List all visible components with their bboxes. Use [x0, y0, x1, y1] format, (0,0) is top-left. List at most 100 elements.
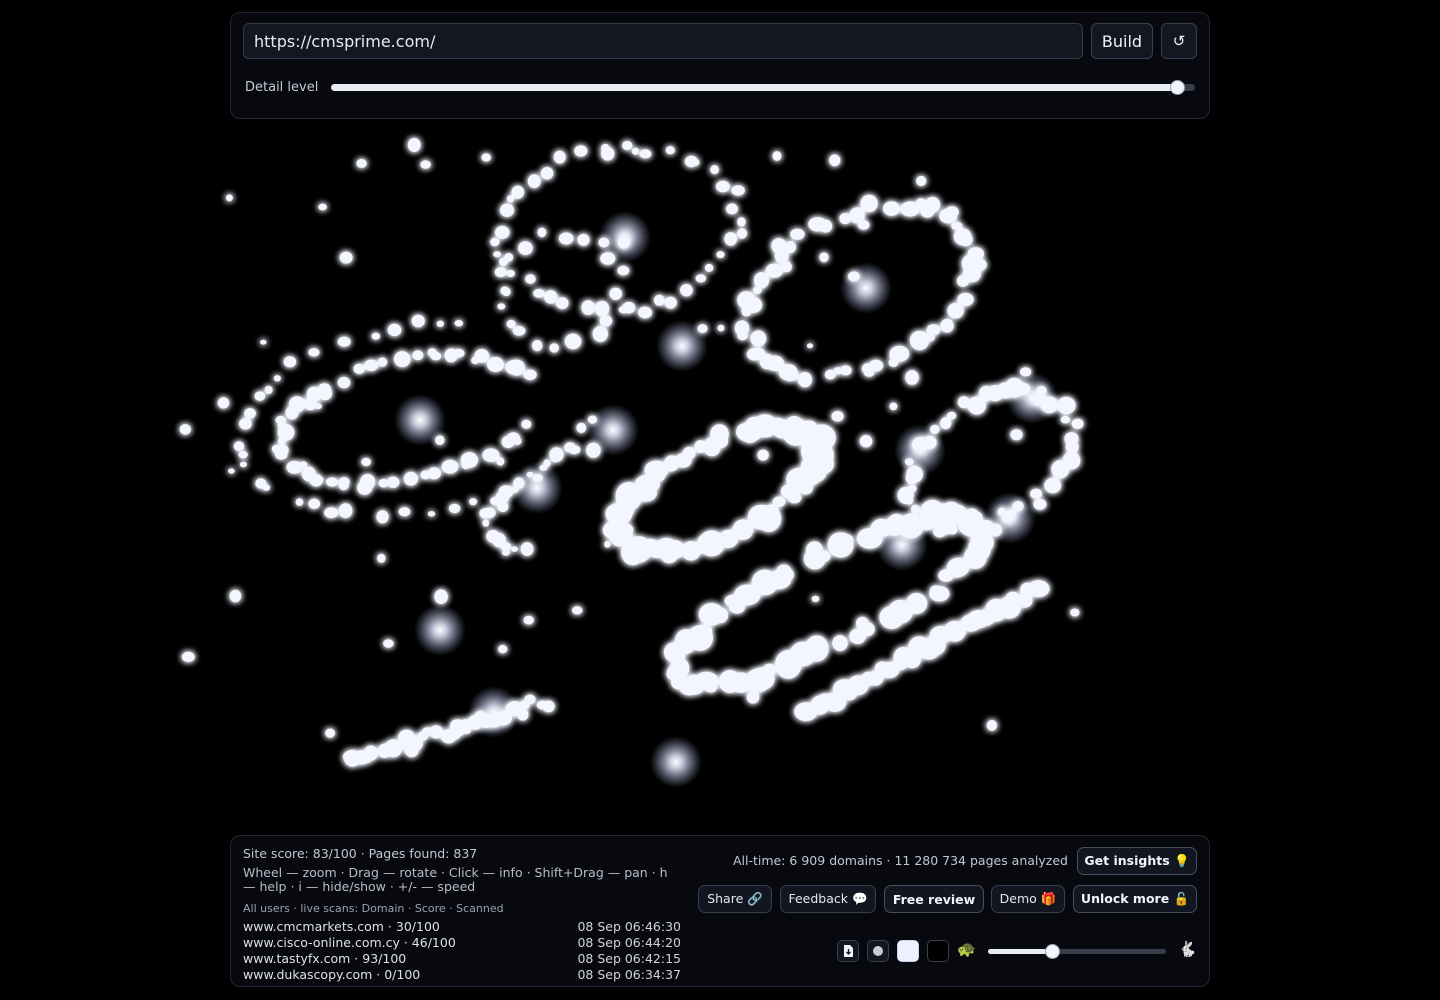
page-node[interactable] — [930, 424, 940, 434]
page-node[interactable] — [361, 457, 371, 467]
page-node[interactable] — [434, 589, 448, 604]
page-node[interactable] — [924, 332, 935, 342]
page-node[interactable] — [474, 349, 490, 363]
page-node[interactable] — [715, 180, 730, 193]
page-node[interactable] — [958, 520, 976, 535]
reset-button[interactable]: ↺ — [1161, 23, 1197, 59]
page-node[interactable] — [403, 471, 419, 486]
page-node[interactable] — [1065, 440, 1079, 454]
page-node[interactable] — [938, 569, 954, 582]
page-node[interactable] — [757, 449, 769, 461]
page-node[interactable] — [808, 424, 836, 452]
hub-node[interactable] — [414, 604, 466, 656]
page-node[interactable] — [498, 485, 514, 499]
page-node[interactable] — [490, 496, 501, 506]
page-node[interactable] — [772, 151, 782, 161]
list-item[interactable]: www.tastyfx.com · 93/100 08 Sep 06:42:15 — [243, 951, 681, 967]
page-node[interactable] — [704, 681, 718, 693]
page-node[interactable] — [411, 314, 425, 328]
page-node[interactable] — [916, 175, 927, 187]
page-node[interactable] — [448, 503, 461, 514]
page-node[interactable] — [494, 267, 507, 278]
page-node[interactable] — [856, 616, 869, 631]
page-node[interactable] — [454, 320, 464, 327]
dark-theme-button[interactable] — [927, 940, 949, 962]
page-node[interactable] — [905, 370, 919, 385]
page-node[interactable] — [506, 319, 516, 329]
page-node[interactable] — [1053, 467, 1064, 479]
page-node[interactable] — [553, 150, 566, 164]
page-node[interactable] — [680, 284, 693, 297]
page-node[interactable] — [504, 253, 514, 262]
page-node[interactable] — [499, 203, 515, 217]
page-node[interactable] — [831, 411, 844, 422]
page-node[interactable] — [564, 333, 582, 350]
page-node[interactable] — [1071, 418, 1084, 429]
page-node[interactable] — [393, 351, 411, 368]
page-node[interactable] — [314, 392, 321, 398]
page-node[interactable] — [936, 514, 956, 535]
url-input[interactable] — [243, 23, 1083, 59]
page-node[interactable] — [824, 369, 836, 380]
page-node[interactable] — [549, 343, 559, 353]
page-node[interactable] — [288, 396, 306, 413]
page-node[interactable] — [737, 217, 746, 227]
page-node[interactable] — [239, 418, 252, 430]
page-node[interactable] — [527, 174, 541, 189]
page-node[interactable] — [398, 507, 411, 517]
page-node[interactable] — [587, 415, 598, 424]
page-node[interactable] — [1070, 608, 1080, 617]
page-node[interactable] — [286, 460, 303, 474]
page-node[interactable] — [225, 194, 233, 202]
page-node[interactable] — [407, 138, 421, 152]
page-node[interactable] — [888, 358, 899, 367]
page-node[interactable] — [859, 435, 873, 448]
page-node[interactable] — [238, 451, 248, 459]
page-node[interactable] — [1030, 488, 1043, 499]
page-node[interactable] — [604, 540, 611, 548]
page-node[interactable] — [622, 140, 633, 151]
page-node[interactable] — [371, 332, 381, 340]
page-node[interactable] — [523, 615, 534, 625]
page-node[interactable] — [461, 459, 471, 470]
page-node[interactable] — [436, 320, 444, 328]
page-node[interactable] — [839, 213, 851, 225]
page-node[interactable] — [947, 302, 964, 319]
page-node[interactable] — [500, 286, 510, 295]
page-node[interactable] — [462, 725, 472, 735]
page-node[interactable] — [337, 336, 351, 347]
page-node[interactable] — [482, 519, 490, 527]
hub-node[interactable] — [840, 262, 892, 314]
page-node[interactable] — [682, 446, 696, 460]
page-node[interactable] — [481, 153, 492, 162]
page-node[interactable] — [239, 461, 247, 468]
page-node[interactable] — [495, 225, 510, 239]
page-node[interactable] — [1027, 580, 1050, 598]
page-node[interactable] — [378, 478, 389, 488]
page-node[interactable] — [490, 237, 500, 247]
page-node[interactable] — [1015, 382, 1031, 395]
page-node[interactable] — [710, 424, 729, 444]
page-node[interactable] — [600, 252, 616, 265]
page-node[interactable] — [753, 272, 770, 289]
page-node[interactable] — [571, 445, 581, 454]
page-node[interactable] — [556, 297, 569, 310]
page-node[interactable] — [819, 219, 833, 233]
page-node[interactable] — [497, 303, 506, 310]
page-node[interactable] — [338, 479, 349, 491]
page-node[interactable] — [525, 274, 536, 284]
page-node[interactable] — [558, 232, 574, 245]
page-node[interactable] — [790, 228, 805, 240]
page-node[interactable] — [217, 397, 230, 409]
page-node[interactable] — [704, 263, 714, 272]
page-node[interactable] — [377, 357, 388, 367]
page-node[interactable] — [734, 320, 750, 336]
page-node[interactable] — [631, 147, 640, 155]
page-node[interactable] — [849, 628, 866, 644]
page-node[interactable] — [925, 509, 937, 521]
page-node[interactable] — [882, 201, 901, 216]
page-node[interactable] — [726, 203, 738, 215]
page-node[interactable] — [325, 728, 336, 738]
page-node[interactable] — [493, 251, 502, 258]
page-node[interactable] — [718, 670, 742, 693]
